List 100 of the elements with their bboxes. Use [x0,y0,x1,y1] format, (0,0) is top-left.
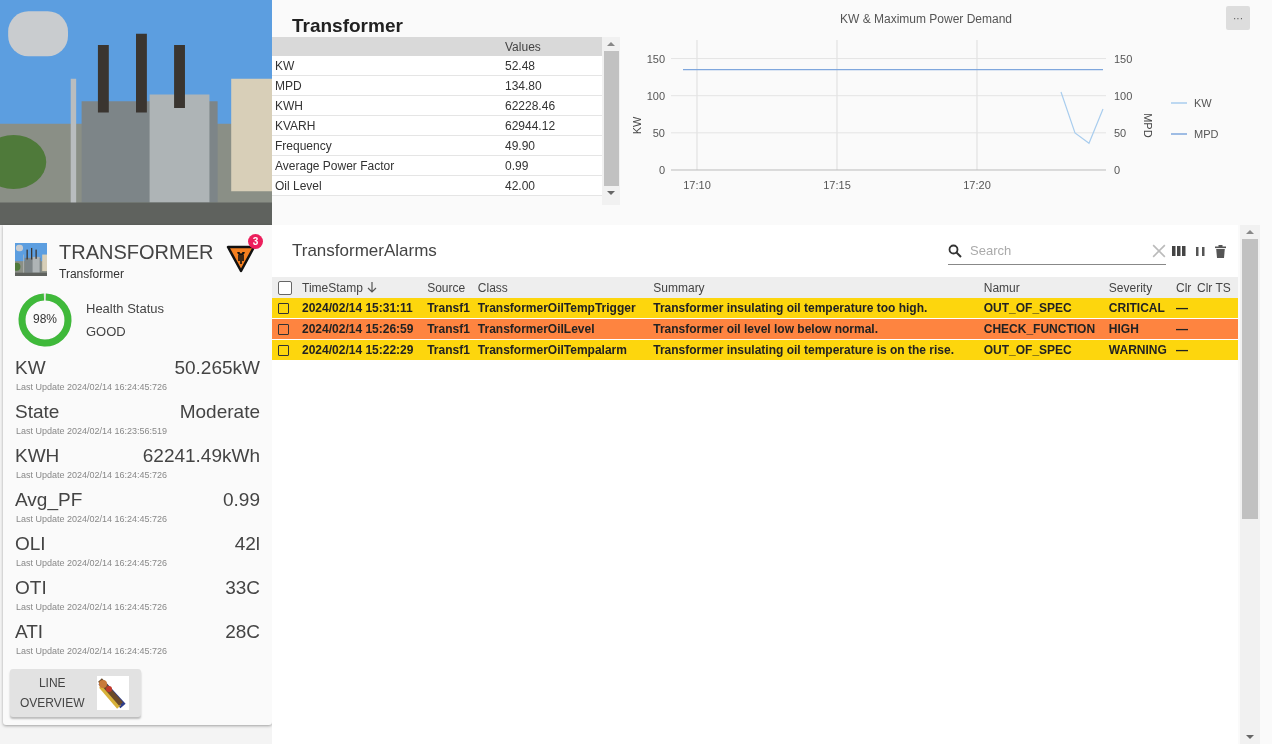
tick-label: 0 [1114,164,1121,176]
last-update: Last Update 2024/02/14 16:23:56:519 [16,426,169,436]
tick-label: 100 [646,89,665,102]
metric-value: 33C [225,577,260,599]
panel-title: TransformerAlarms [292,241,438,261]
table-cell: 2024/02/14 15:22:29 [302,343,414,357]
trash-icon[interactable] [1215,244,1226,258]
table-cell: Transformer insulating oil temperature too high. [653,301,928,315]
column-header[interactable]: Class [477,280,508,295]
metric-value: 42l [234,533,260,555]
table-cell: KVARH [272,115,505,136]
row-checkbox[interactable] [278,344,289,356]
last-update: Last Update 2024/02/14 16:24:45:726 [16,602,169,612]
axis-label: KW [631,116,643,135]
scrollbar[interactable] [602,37,620,205]
metric-label: State [15,401,60,423]
tick-label: 150 [646,52,665,65]
table-cell: WARNING [1108,343,1167,357]
health-percent: 98% [32,312,58,326]
metric-value: 28C [225,621,260,643]
metric-label: OLI [15,533,46,555]
scrollbar[interactable] [1240,225,1260,744]
table-cell: Transf1 [427,301,470,315]
tick-label: 17:10 [683,179,711,191]
tick-label: 17:15 [823,179,851,191]
table-cell: TransformerOilLevel [477,322,595,336]
table-cell: 42.00 [505,175,602,196]
table-cell: HIGH [1108,322,1139,336]
legend-label[interactable]: MPD [1194,128,1219,140]
tick-label: 50 [1114,126,1127,139]
metric-value: 62241.49kWh [142,445,260,467]
table-cell: Transformer oil level low below normal. [653,322,878,336]
column-header: Values [505,37,602,56]
metric-label: OTI [15,577,47,599]
table-cell: 2024/02/14 15:31:11 [302,301,413,315]
last-update: Last Update 2024/02/14 16:24:45:726 [16,646,169,656]
health-label: Health Status [86,301,165,316]
metric-value: Moderate [179,401,260,423]
table-cell: — [1176,301,1188,315]
table-cell: KWH [272,95,505,116]
table-cell: OUT_OF_SPEC [983,301,1072,315]
table-cell: 0.99 [505,155,602,176]
legend-label[interactable]: KW [1194,97,1212,109]
tick-label: 50 [652,126,665,139]
tick-label: 100 [1114,89,1133,102]
column-header[interactable]: Summary [653,280,705,295]
sort-arrow-icon[interactable] [366,282,377,293]
table-cell: 134.80 [505,75,602,96]
asset-name: TRANSFORMER [59,241,214,263]
metric-label: KW [15,357,46,379]
last-update: Last Update 2024/02/14 16:24:45:726 [16,470,169,480]
table-cell: — [1176,343,1188,357]
alarm-row[interactable]: 2024/02/14 15:26:59 Transf1 TransformerOilLevel Transformer oil level low below normal. CHECK_FUNCTION HIGH — [272,318,1238,340]
metric-label: Avg_PF [15,489,83,511]
alert-count-badge: 3 [248,234,263,249]
table-cell: — [1176,322,1188,336]
axis-label: MPD [1142,113,1154,138]
table-cell: CRITICAL [1108,301,1165,315]
metric-value: 0.99 [223,489,260,511]
table-cell: 2024/02/14 15:26:59 [302,322,414,336]
last-update: Last Update 2024/02/14 16:24:45:726 [16,514,169,524]
alarm-row[interactable]: 2024/02/14 15:22:29 Transf1 TransformerOilTempalarm Transformer insulating oil temperature is on the rise. OUT_OF_SPEC WARNING — [272,339,1238,361]
table-cell: 49.90 [505,135,602,156]
panel-title: Transformer [291,14,404,37]
health-status: GOOD [86,324,127,339]
table-cell: KW [272,56,505,76]
search-icon [948,243,962,258]
last-update: Last Update 2024/02/14 16:24:45:726 [16,382,169,392]
line-overview-button[interactable]: LINE OVERVIEW [10,669,141,717]
select-all-checkbox[interactable] [278,280,292,295]
more-button[interactable]: ··· [1226,6,1250,30]
table-cell: Oil Level [272,175,505,196]
last-update: Last Update 2024/02/14 16:24:45:726 [16,558,169,568]
table-cell: 62944.12 [505,115,602,136]
metric-value: 50.265kW [174,357,260,379]
tick-label: 150 [1114,52,1133,65]
table-cell: TransformerOilTempalarm [477,343,627,357]
row-checkbox[interactable] [278,302,289,314]
row-checkbox[interactable] [278,323,289,335]
table-cell: TransformerOilTempTrigger [477,301,636,315]
table-cell: CHECK_FUNCTION [983,322,1096,336]
table-cell: Average Power Factor [272,155,505,176]
cable-icon [97,676,129,710]
series-line [1060,91,1104,145]
table-cell: 62228.46 [505,95,602,116]
tick-label: 17:20 [963,179,991,191]
table-cell: OUT_OF_SPEC [983,343,1072,357]
pause-icon[interactable] [1196,245,1205,257]
table-cell: 52.48 [505,56,602,76]
asset-type: Transformer [59,267,125,281]
metric-label: KWH [15,445,60,467]
table-cell: Transf1 [427,322,470,336]
table-cell: Transf1 [427,343,470,357]
metric-label: ATI [15,621,44,643]
warning-icon[interactable] [226,243,256,273]
alarm-row[interactable]: 2024/02/14 15:31:11 Transf1 TransformerOilTempTrigger Transformer insulating oil temperature too high. OUT_OF_SPEC CRITICAL — [272,298,1238,319]
columns-icon[interactable] [1172,245,1186,257]
chart-title: KW & Maximum Power Demand [838,11,1013,28]
search-field[interactable]: Search [968,242,1146,259]
table-cell: MPD [272,75,505,96]
